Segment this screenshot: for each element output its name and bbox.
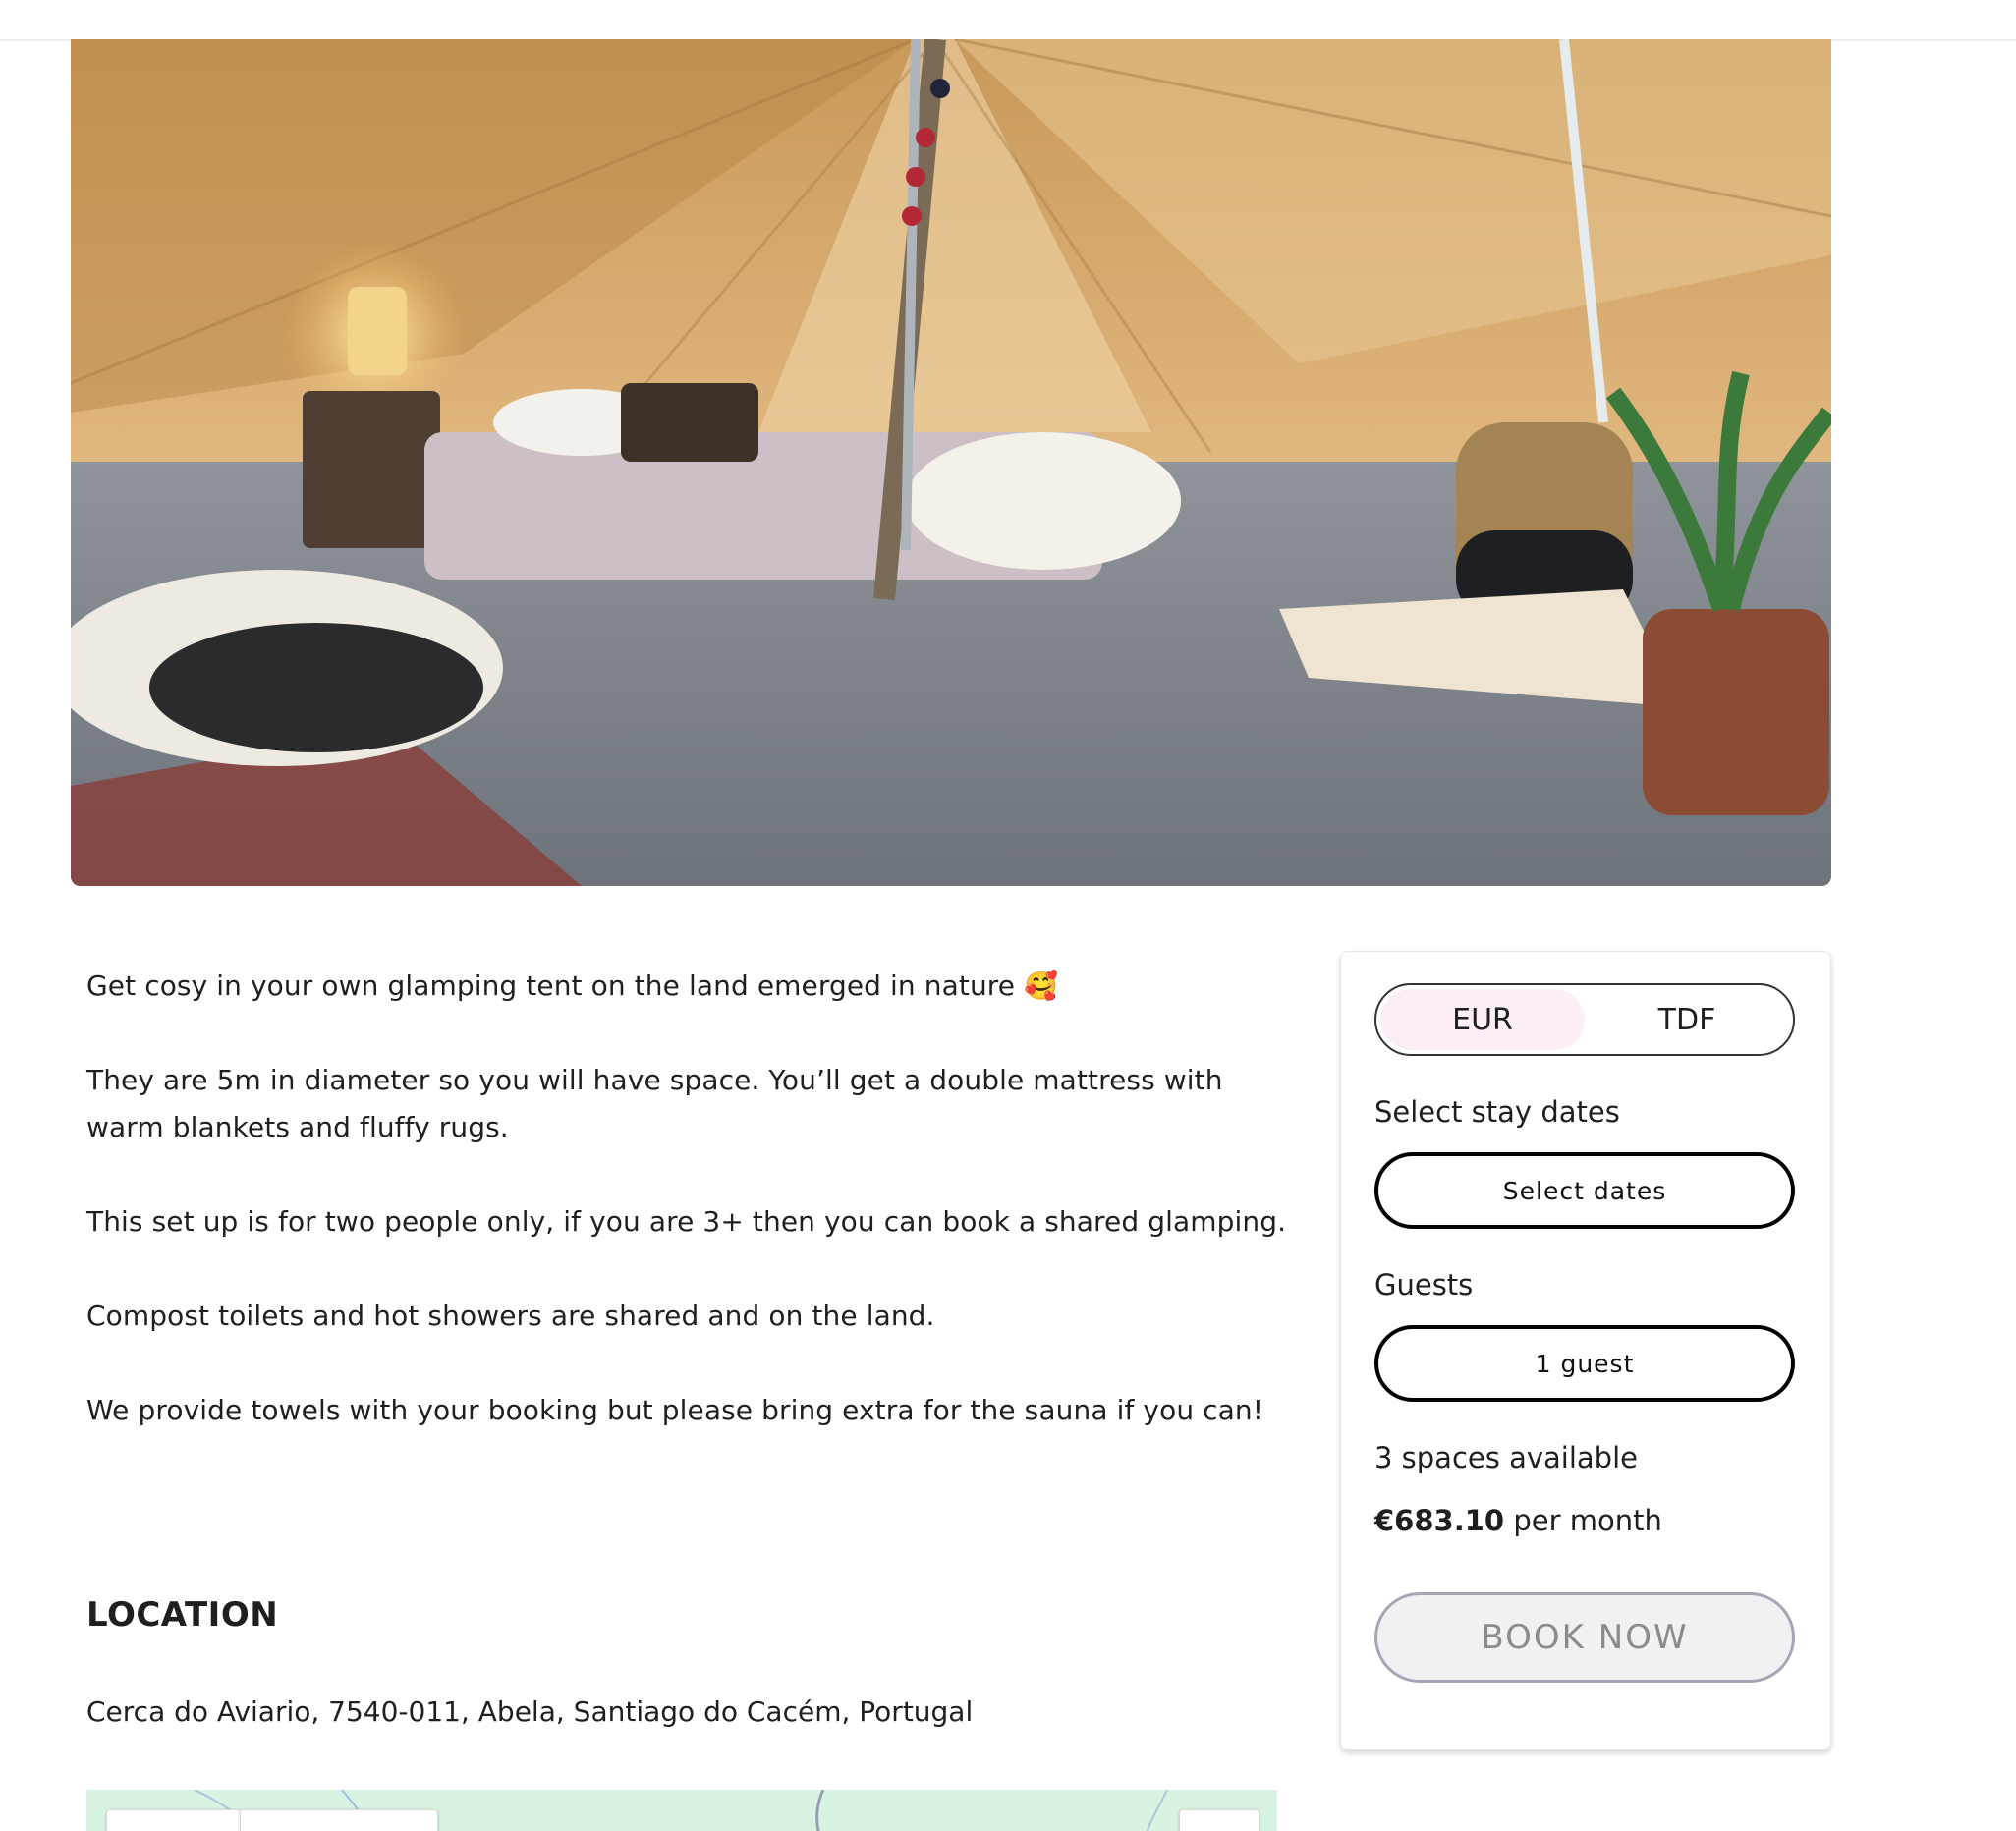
price-period: per month xyxy=(1513,1504,1662,1537)
description-paragraph: Get cosy in your own glamping tent on th… xyxy=(86,970,1059,1002)
description-paragraph: Compost toilets and hot showers are shar… xyxy=(86,1300,935,1332)
currency-toggle: EUR TDF xyxy=(1374,983,1795,1056)
price-amount: €683.10 xyxy=(1374,1504,1505,1537)
top-navigation-bar xyxy=(0,0,2016,41)
guests-selector-button[interactable]: 1 guest xyxy=(1374,1325,1795,1402)
location-heading: LOCATION xyxy=(86,1595,279,1635)
currency-option-tdf[interactable]: TDF xyxy=(1585,989,1789,1050)
currency-option-eur[interactable]: EUR xyxy=(1380,989,1585,1050)
location-address: Cerca do Aviario, 7540-011, Abela, Santi… xyxy=(86,1695,974,1728)
description-paragraph: They are 5m in diameter so you will have… xyxy=(86,1064,1223,1143)
map-fullscreen-button[interactable] xyxy=(1179,1809,1260,1831)
select-dates-button[interactable]: Select dates xyxy=(1374,1152,1795,1229)
map-type-button-satellite[interactable] xyxy=(240,1809,438,1831)
book-now-button[interactable]: BOOK NOW xyxy=(1374,1592,1795,1683)
description-paragraph: We provide towels with your booking but … xyxy=(86,1394,1264,1426)
location-map[interactable] xyxy=(86,1790,1277,1831)
stay-dates-label: Select stay dates xyxy=(1374,1095,1620,1129)
listing-description: Get cosy in your own glamping tent on th… xyxy=(86,963,1295,1481)
price-display: €683.10 per month xyxy=(1374,1504,1662,1537)
spaces-available: 3 spaces available xyxy=(1374,1441,1638,1474)
guests-label: Guests xyxy=(1374,1268,1474,1302)
listing-hero-photo xyxy=(71,39,1831,886)
booking-card: EUR TDF Select stay dates Select dates G… xyxy=(1340,951,1831,1750)
map-type-button-map[interactable] xyxy=(106,1809,242,1831)
description-paragraph: This set up is for two people only, if y… xyxy=(86,1205,1287,1238)
